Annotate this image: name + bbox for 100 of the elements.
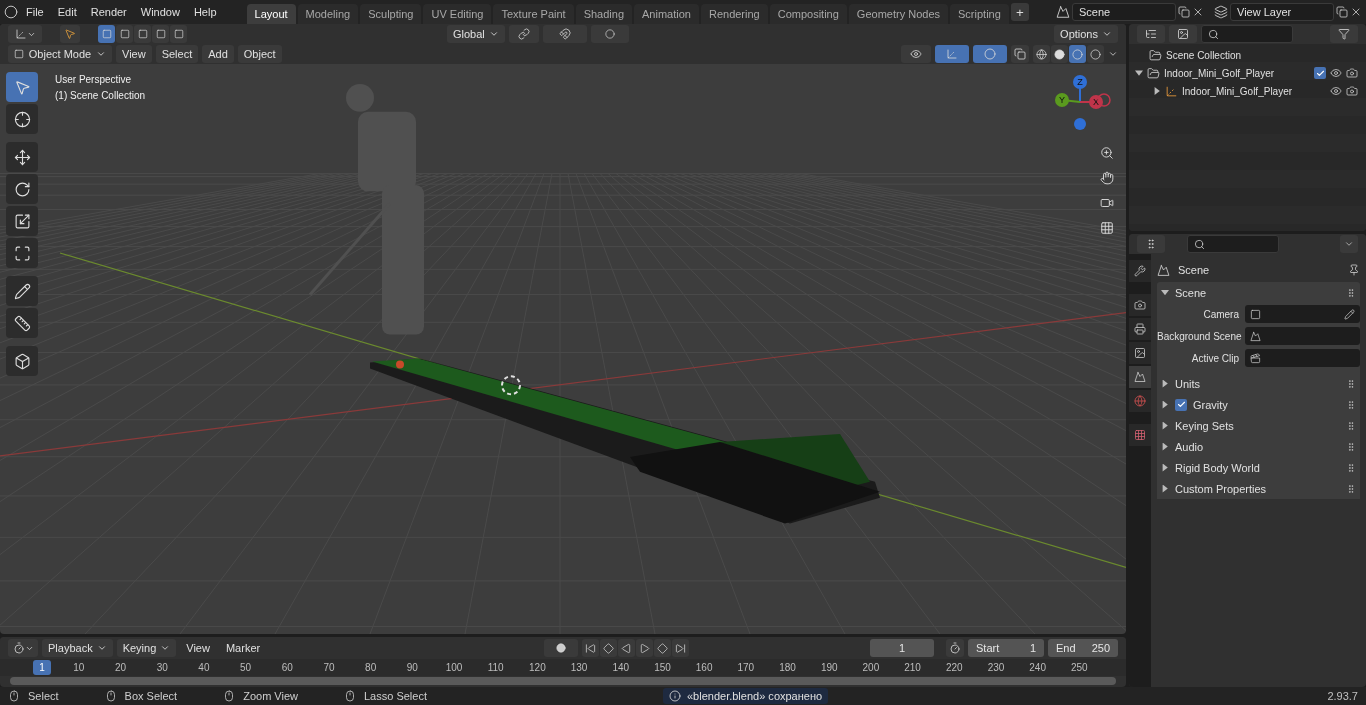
start-frame-field[interactable]: Start 1	[968, 639, 1044, 657]
play-reverse-button[interactable]	[618, 639, 636, 657]
exclude-checkbox[interactable]	[1314, 67, 1326, 79]
magnet-icon	[558, 28, 571, 40]
shading-mode-button[interactable]	[1051, 45, 1068, 63]
move-tool-button[interactable]	[6, 142, 38, 172]
timeline-scrollbar[interactable]	[10, 677, 1116, 685]
select-mode-button[interactable]	[170, 25, 187, 43]
display-mode-button[interactable]	[1169, 25, 1197, 43]
header-menu[interactable]: Add	[202, 45, 234, 63]
playhead-marker[interactable]: 1	[33, 660, 51, 675]
menu-item[interactable]: File	[20, 6, 50, 18]
annotate-tool-button[interactable]	[6, 276, 38, 306]
add-workspace-button[interactable]: +	[1010, 3, 1029, 21]
transform-tool-button[interactable]	[6, 238, 38, 268]
workspace-tab[interactable]: Geometry Nodes	[848, 4, 948, 24]
camera-back-icon	[1134, 299, 1146, 311]
menu-item[interactable]: Edit	[51, 6, 83, 18]
editor-type-button[interactable]	[8, 25, 42, 43]
select-tool-button[interactable]	[6, 72, 38, 102]
workspace-tab[interactable]: Scripting	[950, 4, 1009, 24]
editor-type-button[interactable]	[1137, 25, 1165, 43]
timeline-menu[interactable]: Keying	[116, 639, 177, 657]
header-menu[interactable]: Object	[237, 45, 282, 63]
timeline-menu[interactable]: Playback	[42, 639, 113, 657]
active-tool-button[interactable]	[60, 25, 80, 43]
workspace-tab[interactable]: Modeling	[297, 4, 359, 24]
preview-range-button[interactable]	[946, 639, 964, 657]
workspace-tab[interactable]: Rendering	[700, 4, 768, 24]
shading-mode-button[interactable]	[1033, 45, 1050, 63]
workspace-tab[interactable]: Animation	[634, 4, 699, 24]
cursor-tool-button[interactable]	[6, 104, 38, 134]
header-menu[interactable]: Select	[155, 45, 199, 63]
workspace-tab[interactable]: Compositing	[769, 4, 847, 24]
info-icon	[669, 690, 681, 702]
search-field[interactable]	[1187, 235, 1279, 253]
add-cube-tool-button[interactable]	[6, 346, 38, 376]
overlay-toggle[interactable]	[973, 45, 1007, 63]
search-icon	[1208, 28, 1219, 40]
editor-type-button[interactable]	[8, 639, 38, 657]
panel-checkbox[interactable]	[1175, 398, 1187, 411]
drag-handle-icon	[1346, 399, 1356, 410]
object-field[interactable]	[1245, 327, 1360, 345]
mode-dropdown[interactable]: Object Mode	[8, 45, 112, 63]
select-mode-button[interactable]	[116, 25, 133, 43]
outliner-item[interactable]: Scene Collection	[1166, 49, 1358, 61]
tool-properties-tab[interactable]	[1129, 260, 1151, 282]
output-properties-tab[interactable]	[1129, 318, 1151, 340]
outliner-item[interactable]: Indoor_Mini_Golf_Player	[1164, 67, 1310, 79]
workspace-tab[interactable]: Sculpting	[360, 4, 422, 24]
drag-handle-icon	[1346, 378, 1356, 389]
view-layer-properties-tab[interactable]	[1129, 342, 1151, 364]
scene-properties-tab[interactable]	[1129, 366, 1151, 388]
timeline-menu[interactable]: View	[180, 642, 216, 654]
object-field[interactable]	[1245, 305, 1360, 323]
scale-tool-button[interactable]	[6, 206, 38, 236]
view-layer-field[interactable]: View Layer	[1230, 3, 1334, 21]
current-frame-field[interactable]: 1	[870, 639, 934, 657]
outliner-item[interactable]: Indoor_Mini_Golf_Player	[1182, 85, 1326, 97]
scene-field[interactable]: Scene	[1072, 3, 1176, 21]
snap-button[interactable]	[542, 25, 587, 43]
select-mode-button[interactable]	[134, 25, 151, 43]
menu-item[interactable]: Render	[84, 6, 133, 18]
render-properties-tab[interactable]	[1129, 294, 1151, 316]
editor-type-button[interactable]	[1137, 235, 1165, 253]
measure-tool-button[interactable]	[6, 308, 38, 338]
header-menu[interactable]: View	[116, 45, 152, 63]
xray-toggle[interactable]	[1011, 45, 1029, 63]
solid-sphere-icon	[1054, 48, 1065, 60]
workspace-tab[interactable]: UV Editing	[423, 4, 492, 24]
menu-item[interactable]: Help	[187, 6, 223, 18]
auto-key-button[interactable]	[544, 639, 579, 657]
prev-keyframe-button[interactable]	[600, 639, 618, 657]
workspace-tab[interactable]: Texture Paint	[493, 4, 574, 24]
search-field[interactable]	[1201, 25, 1293, 43]
play-button[interactable]	[636, 639, 654, 657]
orientation-dropdown[interactable]: Global	[447, 25, 505, 43]
workspace-tab[interactable]: Layout	[246, 4, 296, 24]
frame-number: 230	[986, 662, 1006, 673]
texture-properties-tab[interactable]	[1129, 424, 1151, 446]
visibility-button[interactable]	[901, 45, 931, 63]
gizmo-toggle[interactable]	[935, 45, 969, 63]
dropdown-caret-icon[interactable]	[1108, 49, 1118, 59]
frame-number: 40	[197, 662, 211, 673]
select-mode-button[interactable]	[98, 25, 115, 43]
end-frame-field[interactable]: End 250	[1048, 639, 1118, 657]
shading-mode-button[interactable]	[1087, 45, 1104, 63]
jump-start-button[interactable]	[582, 639, 600, 657]
rotate-tool-button[interactable]	[6, 174, 38, 204]
menu-item[interactable]: Window	[134, 6, 186, 18]
workspace-tab[interactable]: Shading	[575, 4, 633, 24]
select-mode-button[interactable]	[152, 25, 169, 43]
jump-end-button[interactable]	[672, 639, 690, 657]
proportional-edit-button[interactable]	[590, 25, 629, 43]
pivot-button[interactable]	[508, 25, 539, 43]
next-keyframe-button[interactable]	[654, 639, 672, 657]
options-dropdown[interactable]: Options	[1054, 25, 1118, 43]
filter-button[interactable]	[1330, 25, 1358, 43]
object-field[interactable]	[1245, 349, 1360, 367]
timeline-menu[interactable]: Marker	[219, 642, 267, 654]
